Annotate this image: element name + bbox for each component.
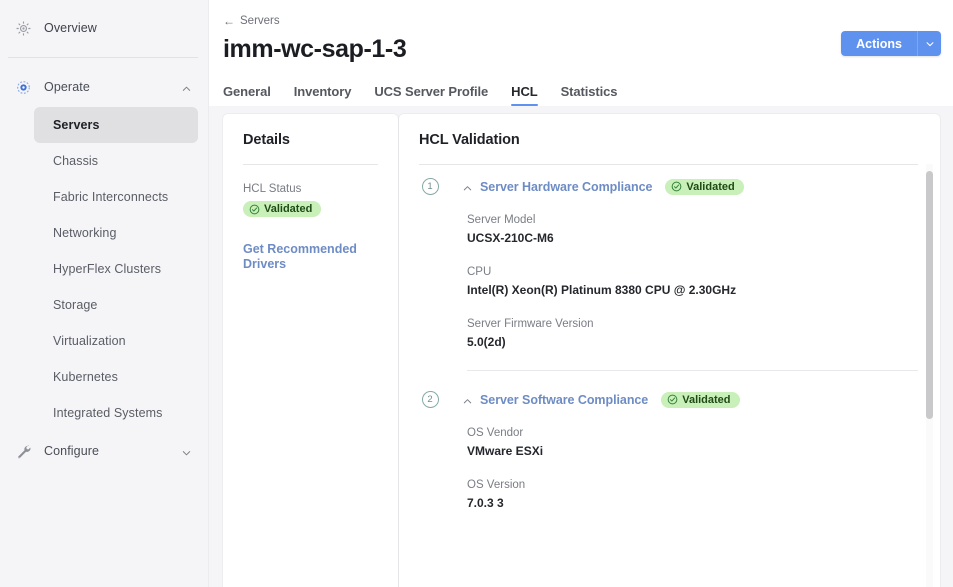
field-os-vendor-value: VMware ESXi xyxy=(467,444,544,458)
content-area: Details HCL Status Validated Get Recomme… xyxy=(209,106,953,587)
chevron-down-icon[interactable] xyxy=(181,446,192,457)
details-card-divider xyxy=(243,164,378,165)
validation-section-software-status-label: Validated xyxy=(682,393,731,406)
validation-section-software: 2 Server Software Compliance Validated O… xyxy=(419,391,918,512)
chevron-up-icon[interactable] xyxy=(462,181,473,192)
app-root: Overview Operate Servers Chassis Fabric … xyxy=(0,0,953,587)
sidebar-item-storage[interactable]: Storage xyxy=(34,287,198,323)
sidebar-item-hyperflex-clusters-label: HyperFlex Clusters xyxy=(53,262,162,276)
sidebar-item-overview-label: Overview xyxy=(44,21,97,35)
check-circle-icon xyxy=(671,181,682,192)
tab-ucs-server-profile[interactable]: UCS Server Profile xyxy=(374,84,488,106)
sidebar-item-kubernetes-label: Kubernetes xyxy=(53,370,118,384)
field-cpu-label: CPU xyxy=(467,266,492,278)
back-arrow-icon: ← xyxy=(223,14,235,28)
hcl-validation-title: HCL Validation xyxy=(419,132,520,148)
check-circle-icon xyxy=(667,394,678,405)
sidebar-item-servers-label: Servers xyxy=(53,118,100,132)
step-marker-2: 2 xyxy=(419,391,441,408)
operate-gear-icon xyxy=(10,74,36,100)
field-server-model-label: Server Model xyxy=(467,214,536,226)
actions-button-group: Actions xyxy=(841,31,941,56)
tab-statistics[interactable]: Statistics xyxy=(561,84,618,106)
sidebar-item-virtualization[interactable]: Virtualization xyxy=(34,323,198,359)
field-cpu: CPU Intel(R) Xeon(R) Platinum 8380 CPU @… xyxy=(462,265,918,299)
field-os-vendor: OS Vendor VMware ESXi xyxy=(462,426,918,460)
sidebar-group-operate-label: Operate xyxy=(44,80,90,94)
field-server-model-value: UCSX-210C-M6 xyxy=(467,231,554,245)
step-marker-1: 1 xyxy=(419,178,441,195)
sidebar-divider xyxy=(8,57,198,58)
chevron-up-icon[interactable] xyxy=(181,82,192,93)
page-header: ← Servers imm-wc-sap-1-3 Actions xyxy=(209,0,953,67)
sidebar-item-fabric-interconnects[interactable]: Fabric Interconnects xyxy=(34,179,198,215)
sidebar-group-configure[interactable]: Configure xyxy=(0,431,208,471)
actions-dropdown-chevron-down-icon[interactable] xyxy=(917,31,941,56)
actions-button[interactable]: Actions xyxy=(841,31,917,56)
field-os-version-label: OS Version xyxy=(467,479,526,491)
tab-inventory[interactable]: Inventory xyxy=(294,84,352,106)
sidebar-group-configure-label: Configure xyxy=(44,444,100,458)
get-recommended-drivers-link[interactable]: Get Recommended Drivers xyxy=(243,242,363,272)
validation-scrollbar-track[interactable] xyxy=(926,164,933,587)
main-content: ← Servers imm-wc-sap-1-3 Actions General… xyxy=(208,0,953,587)
sidebar-item-networking-label: Networking xyxy=(53,226,117,240)
breadcrumb-back-servers[interactable]: ← Servers xyxy=(223,15,280,27)
sidebar-item-storage-label: Storage xyxy=(53,298,98,312)
field-os-version-value: 7.0.3 3 xyxy=(467,496,504,510)
hcl-status-badge: Validated xyxy=(243,201,322,217)
field-server-firmware-version-label: Server Firmware Version xyxy=(467,318,594,330)
sidebar-item-virtualization-label: Virtualization xyxy=(53,334,126,348)
validation-section-hardware-header[interactable]: Server Hardware Compliance Validated xyxy=(462,178,918,195)
validation-section-software-title[interactable]: Server Software Compliance xyxy=(480,393,648,407)
hcl-validation-card: HCL Validation 1 Server Hardware Complia… xyxy=(399,114,940,587)
validation-scrollbar-thumb[interactable] xyxy=(926,171,933,419)
step-number-2: 2 xyxy=(421,391,439,408)
sidebar-item-fabric-interconnects-label: Fabric Interconnects xyxy=(53,190,169,204)
sidebar-item-overview[interactable]: Overview xyxy=(0,8,208,48)
step-number-1: 1 xyxy=(421,178,439,195)
validation-section-software-header[interactable]: Server Software Compliance Validated xyxy=(462,391,918,408)
field-cpu-value: Intel(R) Xeon(R) Platinum 8380 CPU @ 2.3… xyxy=(467,283,737,297)
chevron-up-icon[interactable] xyxy=(462,394,473,405)
validation-section-hardware-title[interactable]: Server Hardware Compliance xyxy=(480,180,652,194)
breadcrumb-label: Servers xyxy=(240,15,280,27)
sidebar-item-integrated-systems[interactable]: Integrated Systems xyxy=(34,395,198,431)
validation-section-separator xyxy=(467,370,918,371)
field-server-firmware-version-value: 5.0(2d) xyxy=(467,335,506,349)
sidebar-item-kubernetes[interactable]: Kubernetes xyxy=(34,359,198,395)
sidebar-item-hyperflex-clusters[interactable]: HyperFlex Clusters xyxy=(34,251,198,287)
hcl-status-label: HCL Status xyxy=(243,183,302,195)
hcl-status-badge-label: Validated xyxy=(264,203,313,215)
validation-section-software-status-badge: Validated xyxy=(661,391,740,408)
sidebar-group-operate[interactable]: Operate xyxy=(0,67,208,107)
field-server-model: Server Model UCSX-210C-M6 xyxy=(462,213,918,247)
sidebar-item-servers[interactable]: Servers xyxy=(34,107,198,143)
validation-section-hardware-status-label: Validated xyxy=(686,180,735,193)
validation-section-hardware-status-badge: Validated xyxy=(665,178,744,195)
sidebar-item-chassis[interactable]: Chassis xyxy=(34,143,198,179)
details-card-title: Details xyxy=(243,132,290,148)
tab-general[interactable]: General xyxy=(223,84,271,106)
tab-bar: General Inventory UCS Server Profile HCL… xyxy=(209,67,953,106)
tab-hcl[interactable]: HCL xyxy=(511,84,539,106)
field-server-firmware-version: Server Firmware Version 5.0(2d) xyxy=(462,317,918,351)
details-card: Details HCL Status Validated Get Recomme… xyxy=(223,114,398,587)
validation-section-hardware: 1 Server Hardware Compliance Validated S… xyxy=(419,178,918,371)
hcl-validation-divider xyxy=(419,164,918,165)
sidebar-item-networking[interactable]: Networking xyxy=(34,215,198,251)
check-circle-icon xyxy=(249,204,260,215)
sidebar: Overview Operate Servers Chassis Fabric … xyxy=(0,0,208,587)
field-os-version: OS Version 7.0.3 3 xyxy=(462,478,918,512)
sidebar-item-integrated-systems-label: Integrated Systems xyxy=(53,406,163,420)
page-title: imm-wc-sap-1-3 xyxy=(223,35,407,63)
field-os-vendor-label: OS Vendor xyxy=(467,427,524,439)
wrench-icon xyxy=(10,438,36,464)
dashboard-gauge-icon xyxy=(10,15,36,41)
validation-steps: 1 Server Hardware Compliance Validated S… xyxy=(419,178,940,573)
sidebar-item-chassis-label: Chassis xyxy=(53,154,99,168)
